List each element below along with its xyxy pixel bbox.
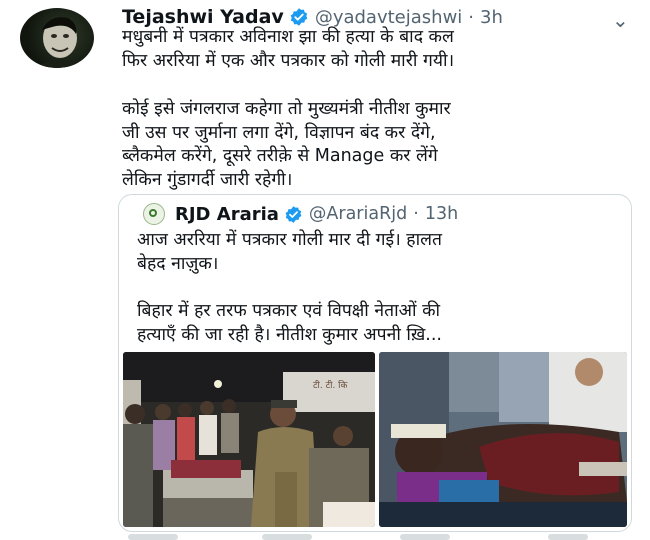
- tweet-text: मधुबनी में पत्रकार अविनाश झा की हत्या के…: [122, 26, 642, 192]
- share-action[interactable]: [548, 534, 588, 540]
- separator-dot: ·: [413, 204, 419, 224]
- tweet-line: जी उस पर जुर्माना लगा देंगे, विज्ञापन बं…: [122, 122, 436, 143]
- tweet-line: फिर अररिया में एक और पत्रकार को गोली मार…: [122, 50, 455, 71]
- tweet-line: कोई इसे जंगलराज कहेगा तो मुख्यमंत्री नीत…: [122, 99, 451, 119]
- quoted-line: आज अररिया में पत्रकार गोली मार दी गई। हा…: [137, 230, 442, 250]
- quoted-tweet-text: आज अररिया में पत्रकार गोली मार दी गई। हा…: [137, 229, 617, 347]
- author-avatar[interactable]: [20, 8, 94, 68]
- author-name[interactable]: Tejashwi Yadav: [122, 6, 284, 28]
- quoted-author-name[interactable]: RJD Araria: [175, 204, 279, 225]
- media-grid: टी. टी. कि: [123, 352, 627, 527]
- verified-badge-icon: [290, 8, 308, 26]
- author-handle[interactable]: @yadavtejashwi: [315, 7, 462, 28]
- tweet-line: लेकिन गुंडागर्दी जारी रहेगी।: [122, 169, 293, 190]
- quoted-line: बिहार में हर तरफ पत्रकार एवं विपक्षी नेत…: [137, 301, 441, 321]
- reply-action[interactable]: [128, 534, 178, 540]
- quoted-tweet-timestamp[interactable]: 13h: [425, 204, 458, 224]
- verified-badge-icon: [285, 205, 302, 223]
- like-action[interactable]: [400, 534, 450, 540]
- hospital-sign-text: टी. टी. कि: [313, 379, 349, 391]
- tweet-line: ब्लैकमेल करेंगे, दूसरे तरीक़े से Manage …: [122, 146, 438, 166]
- quoted-tweet[interactable]: RJD Araria @ArariaRjd · 13h आज अररिया मे…: [118, 194, 632, 532]
- quoted-line: बेहद नाज़ुक।: [137, 253, 219, 274]
- tweet-line: मधुबनी में पत्रकार अविनाश झा की हत्या के…: [122, 27, 454, 47]
- injured-journalist-photo[interactable]: [379, 352, 627, 527]
- police-officer-photo[interactable]: टी. टी. कि: [123, 352, 375, 527]
- quoted-author-handle[interactable]: @ArariaRjd: [309, 204, 407, 224]
- separator-dot: ·: [468, 6, 475, 28]
- tweet-actions-row: [0, 532, 650, 540]
- retweet-action[interactable]: [262, 534, 312, 540]
- quoted-tweet-header: RJD Araria @ArariaRjd · 13h: [143, 201, 458, 227]
- avatar-image: [34, 17, 86, 68]
- quoted-line: हत्याएँ की जा रही है। नीतीश कुमार अपनी ख…: [137, 324, 442, 345]
- tweet-timestamp[interactable]: 3h: [480, 7, 503, 28]
- quoted-author-avatar[interactable]: [143, 203, 165, 225]
